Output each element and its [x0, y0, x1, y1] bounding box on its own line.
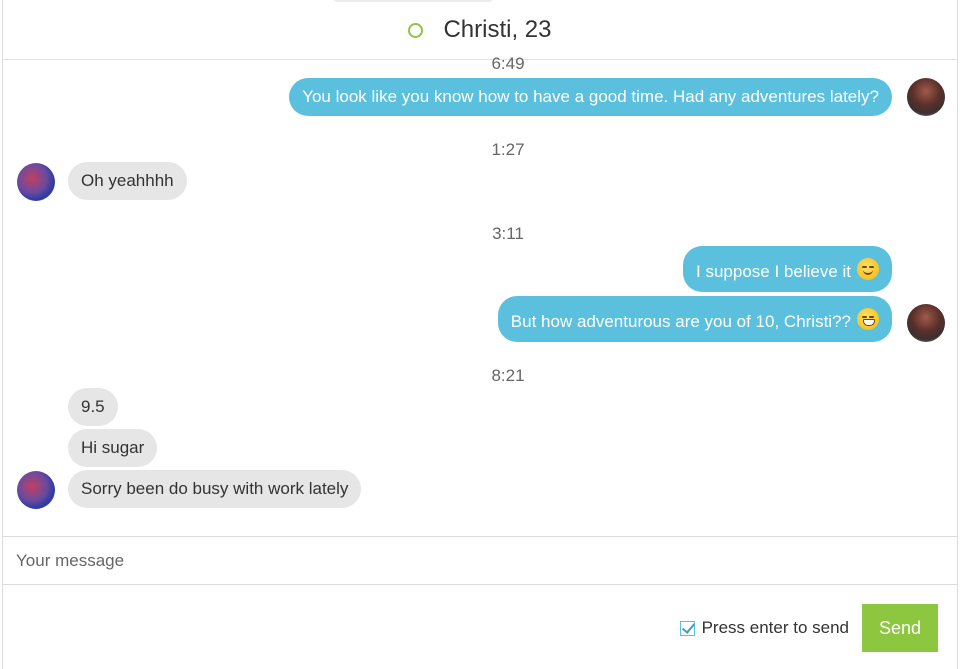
- message-bubble-outgoing: I suppose I believe it: [683, 246, 892, 292]
- grimace-emoji-icon: [857, 308, 879, 330]
- message-bubble-incoming: 9.5: [68, 388, 118, 426]
- message-text: But how adventurous are you of 10, Chris…: [510, 312, 851, 331]
- timestamp: 6:49: [491, 54, 525, 73]
- online-status-icon: [408, 23, 424, 38]
- smirk-emoji-icon: [857, 258, 879, 280]
- send-button[interactable]: Send: [862, 604, 938, 652]
- message-text: You look like you know how to have a goo…: [302, 87, 879, 106]
- message-text: Hi sugar: [81, 438, 145, 457]
- message-input[interactable]: [3, 537, 957, 584]
- message-text: I suppose I believe it: [696, 262, 851, 281]
- contact-avatar[interactable]: [17, 163, 55, 201]
- message-bubble-incoming: Hi sugar: [68, 429, 158, 467]
- header-fade-decoration: [333, 0, 493, 2]
- timestamp: 1:27: [491, 140, 525, 159]
- chat-header: Christi, 23: [3, 0, 957, 60]
- message-text: Sorry been do busy with work lately: [81, 479, 349, 498]
- my-avatar[interactable]: [907, 304, 945, 342]
- contact-avatar[interactable]: [17, 471, 55, 509]
- message-bubble-outgoing: But how adventurous are you of 10, Chris…: [497, 296, 892, 342]
- chat-window: Christi, 23 6:49 You look like you know …: [2, 0, 958, 669]
- message-bubble-incoming: Oh yeahhhh: [68, 162, 187, 200]
- composer-footer: Press enter to send Send: [3, 585, 957, 669]
- enter-to-send-label: Press enter to send: [701, 618, 849, 637]
- message-bubble-outgoing: You look like you know how to have a goo…: [289, 78, 892, 116]
- timestamp: 3:11: [492, 224, 524, 243]
- enter-to-send-option[interactable]: Press enter to send: [679, 618, 849, 638]
- my-avatar[interactable]: [907, 78, 945, 116]
- message-bubble-incoming: Sorry been do busy with work lately: [68, 470, 362, 508]
- enter-to-send-checkbox[interactable]: [679, 620, 695, 636]
- message-input-area: [3, 536, 957, 585]
- contact-name[interactable]: Christi, 23: [443, 16, 551, 44]
- message-list[interactable]: 6:49 You look like you know how to have …: [3, 54, 957, 536]
- timestamp: 8:21: [491, 366, 525, 385]
- message-text: Oh yeahhhh: [81, 171, 174, 190]
- message-text: 9.5: [81, 397, 105, 416]
